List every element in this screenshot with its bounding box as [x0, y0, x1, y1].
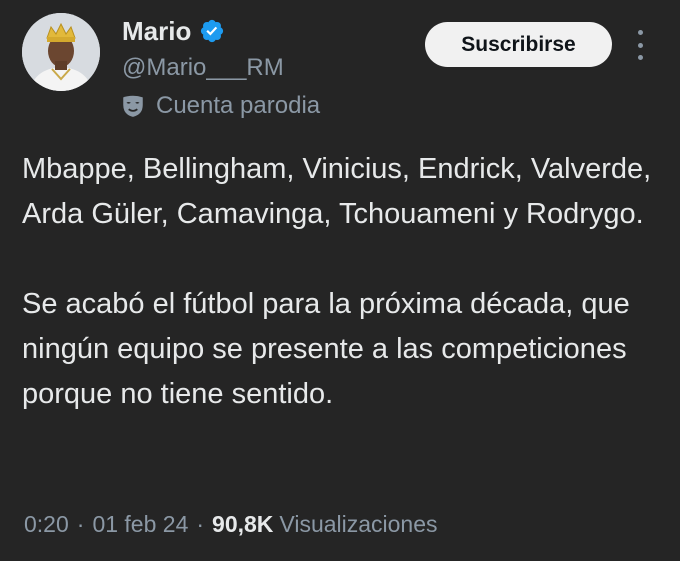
views-label[interactable]: Visualizaciones [279, 507, 437, 541]
more-vertical-icon[interactable] [628, 30, 652, 60]
views-count[interactable]: 90,8K [212, 507, 273, 541]
avatar[interactable] [22, 13, 100, 91]
tweet-paragraph: Mbappe, Bellingham, Vinicius, Endrick, V… [22, 153, 652, 230]
meta-separator: · [76, 511, 85, 537]
author-display-name[interactable]: Mario [122, 14, 191, 48]
tweet-time[interactable]: 0:20 [24, 507, 69, 541]
more-dot [637, 55, 643, 60]
author-name-row: Mario [122, 14, 225, 48]
avatar-icon [22, 13, 100, 91]
tweet-meta: 0:20 · 01 feb 24 · 90,8K Visualizaciones [24, 507, 438, 541]
tweet-date[interactable]: 01 feb 24 [92, 507, 188, 541]
verified-badge-icon [201, 19, 224, 43]
parody-label-text: Cuenta parodia [156, 92, 321, 119]
meta-separator: · [196, 511, 205, 537]
more-dot [637, 30, 643, 35]
more-dot [637, 42, 643, 48]
parody-account-label: Cuenta parodia [120, 90, 320, 122]
author-handle[interactable]: @Mario___RM [122, 52, 284, 84]
mask-icon [123, 95, 143, 117]
tweet-text: Mbappe, Bellingham, Vinicius, Endrick, V… [22, 147, 662, 417]
tweet-paragraph: Se acabó el fútbol para la próxima décad… [22, 288, 630, 410]
subscribe-button[interactable]: Suscribirse [425, 22, 612, 67]
